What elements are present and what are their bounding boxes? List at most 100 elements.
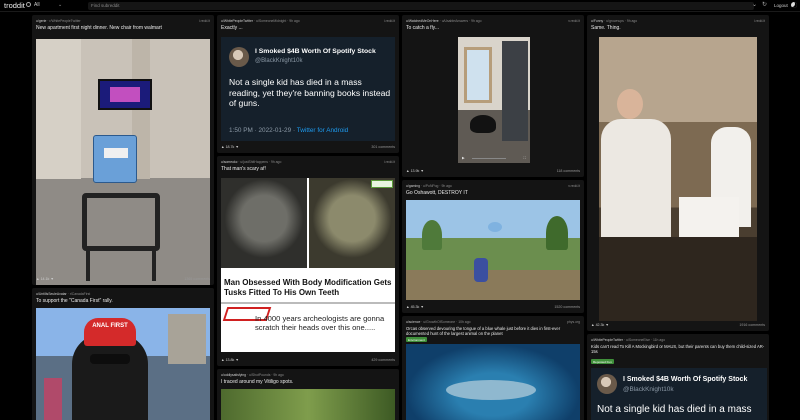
- comments-link[interactable]: 1520 comments: [554, 305, 580, 309]
- app-logo[interactable]: troddit: [4, 1, 25, 10]
- post-footer: ▲ 13.8k ▼ 429 comments: [221, 358, 395, 363]
- post-title[interactable]: Go Oshawott, DESTROY IT: [406, 190, 468, 196]
- refresh-icon[interactable]: ↻: [762, 1, 767, 8]
- comments-link[interactable]: 429 comments: [371, 358, 395, 362]
- post-image[interactable]: [36, 39, 210, 285]
- vote-count[interactable]: ▲ 18.7k ▼: [221, 145, 239, 149]
- post-source[interactable]: phys.org: [567, 320, 580, 324]
- post-image[interactable]: [599, 37, 757, 321]
- post-title[interactable]: Kids can't read To Kill A Mockingbird or…: [591, 344, 767, 354]
- tweet-date: 1:50 PM · 2022-01-29 · Twitter for Andro…: [229, 127, 349, 134]
- overlay-caption: In 4000 years archeologists are gonna sc…: [255, 314, 385, 333]
- post-card[interactable]: u/gaming · u/PoNPog · 9h ago v.redd.it G…: [402, 180, 584, 313]
- video-controls[interactable]: ▶ ⛶: [462, 156, 526, 160]
- whale: [446, 380, 536, 400]
- subreddit-select-label: All: [34, 1, 40, 8]
- vote-count[interactable]: ▲ 14.1k ▼: [36, 277, 54, 281]
- chevron-down-icon[interactable]: ⌄: [58, 2, 62, 8]
- tweet-handle: @BlackKnight10k: [623, 386, 674, 393]
- player-character: [474, 258, 488, 282]
- cat: [470, 115, 496, 133]
- curtain: [502, 41, 528, 141]
- vote-count[interactable]: ▲ 45.3k ▼: [406, 305, 424, 309]
- headline-caption: Man Obsessed With Body Modification Gets…: [224, 278, 392, 297]
- comments-link[interactable]: 1365 comments: [184, 277, 210, 281]
- post-card[interactable]: u/Funny · u/grownups · 9h ago i.redd.it …: [587, 15, 769, 331]
- vote-count[interactable]: ▲ 13.9k ▼: [406, 169, 424, 173]
- post-source[interactable]: v.redd.it: [568, 19, 580, 23]
- play-icon[interactable]: ▶: [462, 156, 465, 160]
- tweet-image[interactable]: I Smoked $4B Worth Of Spotify Stock @Bla…: [221, 37, 395, 141]
- comments-link[interactable]: 301 comments: [371, 145, 395, 149]
- post-footer: ▲ 14.1k ▼ 1365 comments: [36, 277, 210, 282]
- tweet-image[interactable]: I Smoked $4B Worth Of Spotify Stock @Bla…: [591, 368, 767, 420]
- comments-link[interactable]: 1916 comments: [739, 323, 765, 327]
- photo-right: [309, 178, 395, 268]
- post-card[interactable]: u/WhitePeopleTwitter · u/SomeoneElse · 1…: [587, 334, 769, 420]
- post-card[interactable]: u/UntilIsSeuleAvatar · r/CanadaFirst To …: [32, 288, 214, 420]
- comments-link[interactable]: 118 comments: [557, 169, 580, 173]
- vote-count[interactable]: ▲ 42.3k ▼: [591, 323, 609, 327]
- post-title[interactable]: That man's scary af!: [221, 166, 266, 172]
- post-card[interactable]: u/someokc · u/justShitHappens · 9h ago i…: [217, 156, 399, 366]
- post-title[interactable]: Orcas observed devouring the tongue of a…: [406, 326, 574, 336]
- post-footer: ▲ 45.3k ▼ 1520 comments: [406, 305, 580, 310]
- vote-count[interactable]: ▲ 13.8k ▼: [221, 358, 239, 362]
- tweet-handle: @BlackKnight10k: [255, 58, 303, 64]
- red-cap: ANAL FIRST: [84, 318, 136, 346]
- subreddit-select[interactable]: All: [26, 2, 40, 8]
- post-image[interactable]: [221, 389, 395, 420]
- post-meta: u/UntilIsSeuleAvatar · r/CanadaFirst: [36, 292, 91, 296]
- tweet-author: I Smoked $4B Worth Of Spotify Stock: [623, 376, 748, 383]
- tv-screen: [110, 87, 140, 102]
- post-meta: u/WatchedMeOnHere · u/UsableAnswers · 9h…: [406, 19, 482, 23]
- table-cloth: [679, 197, 739, 237]
- post-card[interactable]: u/oddlysatisfying · u/ShotPounds · 9h ag…: [217, 369, 399, 420]
- avatar: [229, 47, 249, 67]
- post-source[interactable]: i.redd.it: [384, 160, 395, 164]
- post-video[interactable]: [406, 200, 580, 300]
- post-source[interactable]: i.redd.it: [384, 19, 395, 23]
- post-title[interactable]: I traced around my Vitiligo spots.: [221, 379, 293, 385]
- post-footer: ▲ 42.3k ▼ 1916 comments: [591, 323, 765, 328]
- dark-mode-icon[interactable]: [791, 1, 797, 8]
- man-shirt: [601, 119, 671, 239]
- post-footer: ▲ 18.7k ▼ 301 comments: [221, 145, 395, 150]
- post-image[interactable]: ANAL FIRST: [36, 308, 210, 420]
- photo-left: [221, 178, 307, 268]
- post-source[interactable]: i.redd.it: [199, 19, 210, 23]
- post-card[interactable]: u/science · u/GrowthOfSomeone · 10h ago …: [402, 316, 584, 420]
- floor-shadow: [599, 237, 757, 321]
- post-image[interactable]: [406, 344, 580, 420]
- post-card[interactable]: u/gerie · r/WhitePeopleTwitter i.redd.it…: [32, 15, 214, 285]
- tv: [98, 79, 152, 110]
- fullscreen-icon[interactable]: ⛶: [524, 156, 526, 160]
- post-video[interactable]: ▶ ⛶: [458, 37, 530, 163]
- post-title[interactable]: Exactly ...: [221, 25, 243, 31]
- building: [168, 314, 206, 364]
- chevron-down-icon[interactable]: ⌄: [752, 1, 757, 8]
- tree: [546, 216, 568, 250]
- post-card[interactable]: u/WatchedMeOnHere · u/UsableAnswers · 9h…: [402, 15, 584, 177]
- post-title[interactable]: To support the "Canada First" rally.: [36, 298, 113, 304]
- post-meta: u/someokc · u/justShitHappens · 9h ago: [221, 160, 282, 164]
- post-title[interactable]: New apartment first night dinner. New ch…: [36, 25, 162, 31]
- oshawott: [488, 222, 502, 232]
- post-title[interactable]: To catch a fly...: [406, 25, 439, 31]
- post-card[interactable]: u/WhitePeopleTwitter · u/SomeoneMidnight…: [217, 15, 399, 153]
- sunglasses: [90, 354, 130, 364]
- tweet-text: Not a single kid has died in a mass read…: [229, 77, 391, 109]
- post-title[interactable]: Same. Thing.: [591, 25, 621, 31]
- logout-button[interactable]: Logout: [774, 3, 788, 8]
- post-source[interactable]: i.redd.it: [754, 19, 765, 23]
- tree: [422, 220, 442, 250]
- post-source[interactable]: v.redd.it: [568, 184, 580, 188]
- feed-icon: [26, 2, 31, 7]
- post-meta: u/science · u/GrowthOfSomeone · 10h ago: [406, 320, 471, 324]
- man-head: [617, 89, 643, 119]
- video-progress[interactable]: [472, 157, 506, 159]
- cooler: [93, 135, 137, 183]
- post-image[interactable]: Man Obsessed With Body Modification Gets…: [221, 178, 395, 352]
- post-meta: u/WhitePeopleTwitter · u/SomeoneMidnight…: [221, 19, 300, 23]
- search-input[interactable]: Find subreddit: [88, 2, 754, 10]
